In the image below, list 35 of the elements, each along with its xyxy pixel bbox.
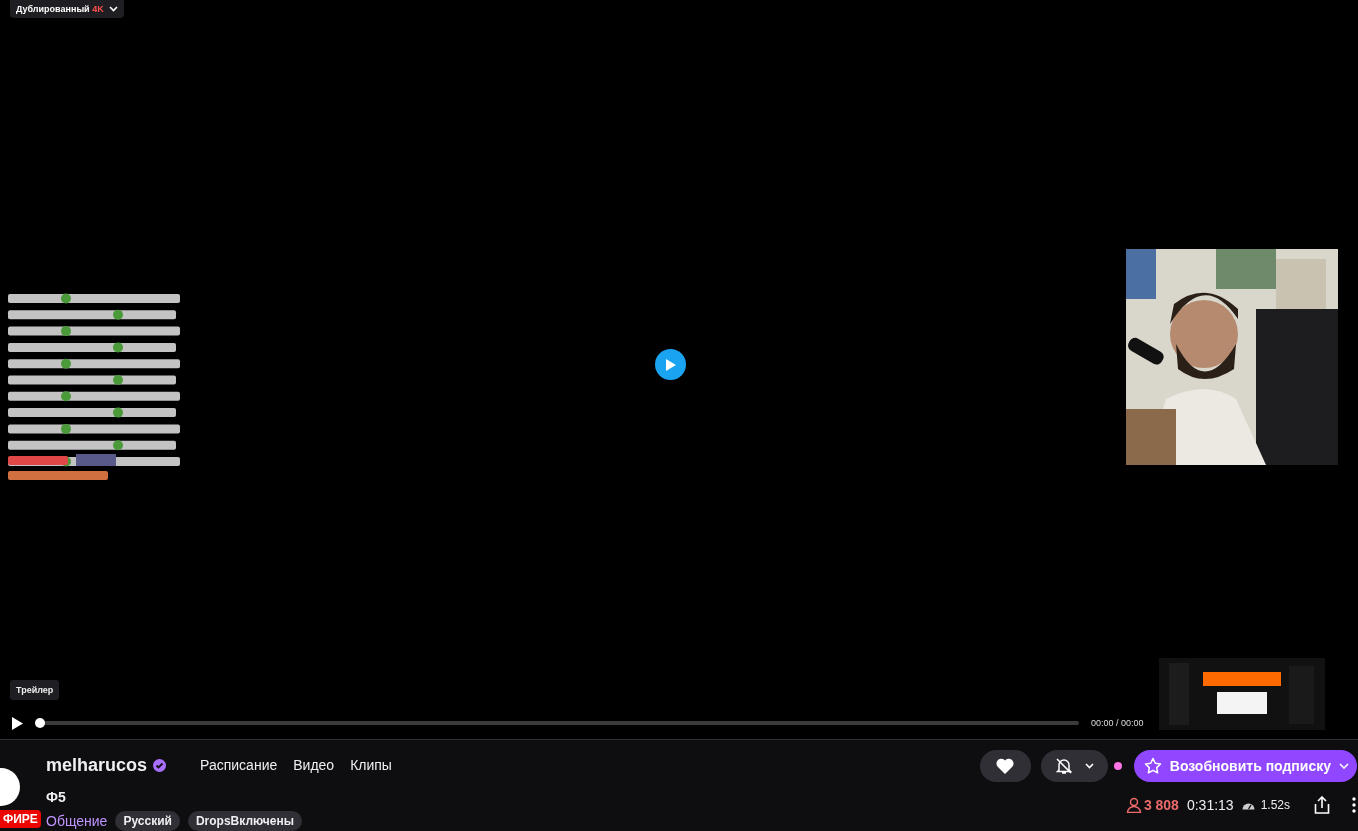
tooltip: Трейлер bbox=[10, 680, 60, 700]
viewer-count: 3 808 bbox=[1125, 797, 1179, 813]
play-button[interactable] bbox=[12, 716, 23, 730]
category-link[interactable]: Общение bbox=[46, 813, 108, 829]
more-button[interactable] bbox=[1352, 797, 1356, 813]
chevron-down-icon bbox=[1084, 763, 1094, 769]
heart-icon bbox=[996, 758, 1015, 774]
share-button[interactable] bbox=[1314, 796, 1330, 814]
seek-thumb[interactable] bbox=[35, 718, 45, 728]
bell-off-icon bbox=[1054, 757, 1073, 775]
nav-link[interactable]: Расписание bbox=[200, 757, 278, 773]
more-icon bbox=[1352, 797, 1356, 813]
person-icon bbox=[1125, 797, 1142, 813]
latency: 1.52s bbox=[1260, 798, 1290, 812]
follow-button[interactable] bbox=[979, 750, 1031, 782]
chevron-down-icon bbox=[108, 6, 118, 12]
play-icon bbox=[12, 716, 23, 730]
tag[interactable]: DropsВключены bbox=[187, 811, 302, 831]
subscribe-button[interactable]: Возобновить подписку bbox=[1133, 750, 1357, 782]
play-icon bbox=[665, 358, 676, 371]
status-dot bbox=[1113, 762, 1122, 770]
audio-track-dropdown[interactable]: Дублированный 4K bbox=[10, 0, 124, 18]
share-icon bbox=[1314, 796, 1330, 814]
star-icon bbox=[1143, 757, 1162, 775]
tag[interactable]: Русский bbox=[115, 811, 180, 831]
play-button[interactable] bbox=[655, 349, 686, 380]
chevron-down-icon bbox=[1339, 763, 1349, 769]
notifications-button[interactable] bbox=[1040, 750, 1108, 782]
live-badge: ФИРЕ bbox=[0, 810, 41, 828]
stream-title: Ф5 bbox=[46, 789, 67, 805]
nav-link[interactable]: Клипы bbox=[350, 757, 392, 773]
uptime: 0:31:13 bbox=[1186, 797, 1234, 813]
time-display: 00:00 / 00:00 bbox=[1091, 718, 1144, 728]
channel-name[interactable]: melharucos bbox=[46, 754, 148, 776]
nav-link[interactable]: Видео bbox=[293, 757, 335, 773]
